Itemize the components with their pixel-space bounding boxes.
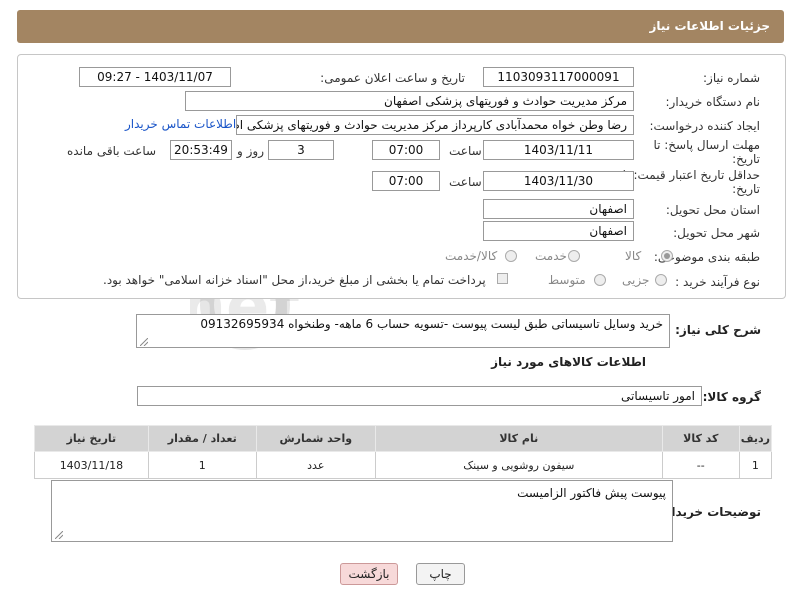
validity-label: حداقل تاریخ اعتبار قیمت: تا xyxy=(622,168,760,182)
print-button[interactable]: چاپ xyxy=(416,563,465,585)
col-header-qty: تعداد / مقدار xyxy=(147,425,257,452)
reply-deadline-label-2: تاریخ: xyxy=(732,152,760,166)
buyer-org-label: نام دستگاه خریدار: xyxy=(665,95,761,109)
col-header-name: نام کالا xyxy=(374,425,663,452)
resize-grip-icon[interactable] xyxy=(140,338,148,346)
description-textarea[interactable]: خرید وسایل تاسیساتی طبق لیست پیوست -تسوی… xyxy=(136,314,670,348)
goods-table-header: ردیف کد کالا نام کالا واحد شمارش تعداد /… xyxy=(34,425,773,452)
col-header-row: ردیف xyxy=(738,425,773,452)
process-label: نوع فرآیند خرید : xyxy=(675,275,760,289)
category-option-both: کالا/خدمت xyxy=(445,249,498,263)
reply-time-field: 07:00 xyxy=(372,140,440,160)
description-text: خرید وسایل تاسیساتی طبق لیست پیوست -تسوی… xyxy=(200,317,663,331)
table-row: 1 -- سیفون روشویی و سینک عدد 1 1403/11/1… xyxy=(34,451,773,479)
goods-section-title: اطلاعات کالاهای مورد نیاز xyxy=(491,355,646,369)
back-button[interactable]: بازگشت xyxy=(340,563,398,585)
goods-group-label: گروه کالا: xyxy=(702,390,761,404)
buyer-org-field: مرکز مدیریت حوادث و فوریتهای پزشکی اصفها… xyxy=(185,91,634,111)
announce-field: 1403/11/07 - 09:27 xyxy=(79,67,231,87)
treasury-payment-checkbox[interactable] xyxy=(497,273,508,284)
days-label: روز و xyxy=(237,144,264,158)
category-radio-both[interactable] xyxy=(505,250,517,262)
days-field: 3 xyxy=(268,140,334,160)
process-option-minor: جزیی xyxy=(622,273,650,287)
remaining-time-field: 20:53:49 xyxy=(170,140,232,160)
category-option-goods: کالا xyxy=(625,249,642,263)
reply-date-field: 1403/11/11 xyxy=(483,140,634,160)
goods-table: ردیف کد کالا نام کالا واحد شمارش تعداد /… xyxy=(34,425,773,479)
process-radio-minor[interactable] xyxy=(655,274,667,286)
city-label: شهر محل تحویل: xyxy=(673,226,760,240)
need-number-label: شماره نیاز: xyxy=(703,71,760,85)
validity-time-field: 07:00 xyxy=(372,171,440,191)
process-option-medium: متوسط xyxy=(548,273,586,287)
creator-label: ایجاد کننده درخواست: xyxy=(649,119,760,133)
validity-label-2: تاریخ: xyxy=(732,182,760,196)
cell-name: سیفون روشویی و سینک xyxy=(374,451,663,479)
category-radio-goods[interactable] xyxy=(661,250,673,262)
treasury-payment-note: پرداخت تمام یا بخشی از مبلغ خرید،از محل … xyxy=(103,273,486,287)
category-radio-service[interactable] xyxy=(568,250,580,262)
process-radio-medium[interactable] xyxy=(594,274,606,286)
need-number-field: 1103093117000091 xyxy=(483,67,634,87)
buyer-notes-text: پیوست پیش فاکتور الزامیست xyxy=(517,486,666,500)
announce-label: تاریخ و ساعت اعلان عمومی: xyxy=(320,71,465,85)
category-option-service: خدمت xyxy=(535,249,567,263)
col-header-unit: واحد شمارش xyxy=(255,425,376,452)
description-label: شرح کلی نیاز: xyxy=(675,323,761,337)
validity-time-label: ساعت xyxy=(449,175,482,189)
city-field: اصفهان xyxy=(483,221,634,241)
buyer-contact-link[interactable]: اطلاعات تماس خریدار xyxy=(125,117,236,131)
remaining-label: ساعت باقی مانده xyxy=(67,144,157,158)
reply-time-label: ساعت xyxy=(449,144,482,158)
province-field: اصفهان xyxy=(483,199,634,219)
cell-unit: عدد xyxy=(255,451,376,479)
resize-grip-icon[interactable] xyxy=(55,531,63,539)
cell-code: -- xyxy=(661,451,740,479)
reply-deadline-label: مهلت ارسال پاسخ: تا xyxy=(653,138,760,152)
buyer-notes-textarea[interactable]: پیوست پیش فاکتور الزامیست xyxy=(51,480,673,542)
buyer-notes-label: توضیحات خریدار: xyxy=(659,505,761,519)
validity-date-field: 1403/11/30 xyxy=(483,171,634,191)
creator-field: رضا وطن خواه محمدآبادی کارپرداز مرکز مدی… xyxy=(236,115,634,135)
page-header: جزئیات اطلاعات نیاز xyxy=(17,10,784,43)
cell-date: 1403/11/18 xyxy=(34,451,149,479)
cell-qty: 1 xyxy=(147,451,257,479)
province-label: استان محل تحویل: xyxy=(665,203,760,217)
cell-row: 1 xyxy=(738,451,773,479)
col-header-date: تاریخ نیاز xyxy=(34,425,149,452)
goods-group-field: امور تاسیساتی xyxy=(137,386,702,406)
col-header-code: کد کالا xyxy=(661,425,740,452)
page-title: جزئیات اطلاعات نیاز xyxy=(649,19,770,33)
